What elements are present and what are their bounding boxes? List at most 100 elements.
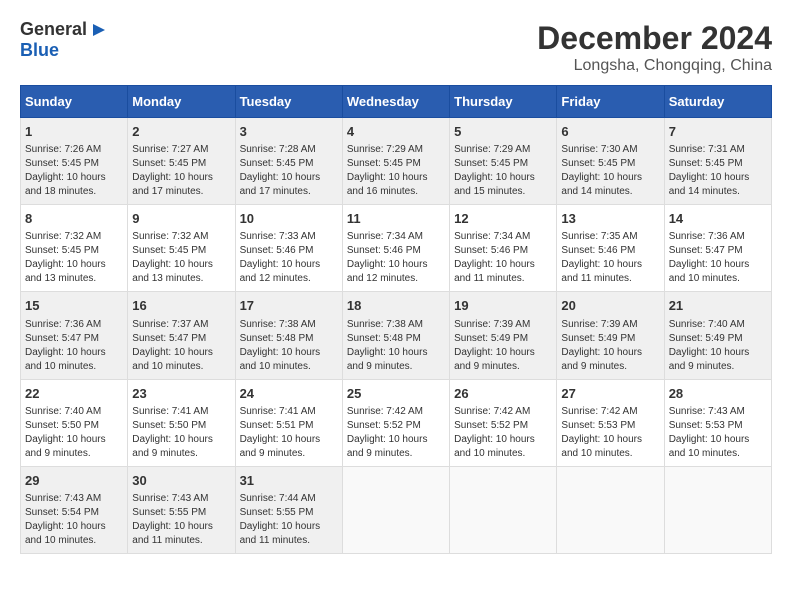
sunrise-text: Sunrise: 7:28 AM <box>240 144 316 155</box>
calendar-cell: 15 Sunrise: 7:36 AM Sunset: 5:47 PM Dayl… <box>21 292 128 379</box>
calendar-header-row: Sunday Monday Tuesday Wednesday Thursday… <box>21 86 772 118</box>
col-tuesday: Tuesday <box>235 86 342 118</box>
daylight-text: Daylight: 10 hours and 17 minutes. <box>132 172 213 197</box>
logo-blue: Blue <box>20 40 59 61</box>
daylight-text: Daylight: 10 hours and 10 minutes. <box>132 347 213 372</box>
day-number: 4 <box>347 123 445 141</box>
day-number: 3 <box>240 123 338 141</box>
col-saturday: Saturday <box>664 86 771 118</box>
daylight-text: Daylight: 10 hours and 10 minutes. <box>25 521 106 546</box>
daylight-text: Daylight: 10 hours and 16 minutes. <box>347 172 428 197</box>
day-number: 25 <box>347 385 445 403</box>
calendar-cell: 23 Sunrise: 7:41 AM Sunset: 5:50 PM Dayl… <box>128 379 235 466</box>
calendar-table: Sunday Monday Tuesday Wednesday Thursday… <box>20 85 772 554</box>
logo-general: General <box>20 20 87 40</box>
day-number: 14 <box>669 210 767 228</box>
daylight-text: Daylight: 10 hours and 12 minutes. <box>347 259 428 284</box>
sunrise-text: Sunrise: 7:37 AM <box>132 319 208 330</box>
daylight-text: Daylight: 10 hours and 10 minutes. <box>240 347 321 372</box>
col-thursday: Thursday <box>450 86 557 118</box>
calendar-cell: 20 Sunrise: 7:39 AM Sunset: 5:49 PM Dayl… <box>557 292 664 379</box>
daylight-text: Daylight: 10 hours and 9 minutes. <box>347 434 428 459</box>
sunset-text: Sunset: 5:45 PM <box>25 158 99 169</box>
daylight-text: Daylight: 10 hours and 13 minutes. <box>25 259 106 284</box>
sunset-text: Sunset: 5:53 PM <box>561 420 635 431</box>
sunset-text: Sunset: 5:49 PM <box>561 333 635 344</box>
sunset-text: Sunset: 5:51 PM <box>240 420 314 431</box>
sunrise-text: Sunrise: 7:43 AM <box>25 493 101 504</box>
col-monday: Monday <box>128 86 235 118</box>
sunrise-text: Sunrise: 7:44 AM <box>240 493 316 504</box>
day-number: 27 <box>561 385 659 403</box>
sunrise-text: Sunrise: 7:29 AM <box>347 144 423 155</box>
sunset-text: Sunset: 5:54 PM <box>25 507 99 518</box>
calendar-cell <box>450 466 557 553</box>
calendar-cell: 12 Sunrise: 7:34 AM Sunset: 5:46 PM Dayl… <box>450 205 557 292</box>
day-number: 30 <box>132 472 230 490</box>
sunset-text: Sunset: 5:50 PM <box>25 420 99 431</box>
sunset-text: Sunset: 5:49 PM <box>669 333 743 344</box>
daylight-text: Daylight: 10 hours and 15 minutes. <box>454 172 535 197</box>
day-number: 16 <box>132 297 230 315</box>
title-area: December 2024 Longsha, Chongqing, China <box>537 20 772 75</box>
sunset-text: Sunset: 5:45 PM <box>347 158 421 169</box>
daylight-text: Daylight: 10 hours and 9 minutes. <box>132 434 213 459</box>
sunrise-text: Sunrise: 7:40 AM <box>25 406 101 417</box>
daylight-text: Daylight: 10 hours and 10 minutes. <box>454 434 535 459</box>
sunset-text: Sunset: 5:46 PM <box>454 245 528 256</box>
day-number: 12 <box>454 210 552 228</box>
daylight-text: Daylight: 10 hours and 10 minutes. <box>669 434 750 459</box>
daylight-text: Daylight: 10 hours and 11 minutes. <box>561 259 642 284</box>
sunset-text: Sunset: 5:45 PM <box>561 158 635 169</box>
daylight-text: Daylight: 10 hours and 18 minutes. <box>25 172 106 197</box>
sunset-text: Sunset: 5:48 PM <box>347 333 421 344</box>
calendar-cell: 27 Sunrise: 7:42 AM Sunset: 5:53 PM Dayl… <box>557 379 664 466</box>
sunrise-text: Sunrise: 7:34 AM <box>347 231 423 242</box>
sunset-text: Sunset: 5:50 PM <box>132 420 206 431</box>
sunset-text: Sunset: 5:55 PM <box>132 507 206 518</box>
day-number: 15 <box>25 297 123 315</box>
calendar-cell: 16 Sunrise: 7:37 AM Sunset: 5:47 PM Dayl… <box>128 292 235 379</box>
col-friday: Friday <box>557 86 664 118</box>
sunset-text: Sunset: 5:53 PM <box>669 420 743 431</box>
daylight-text: Daylight: 10 hours and 17 minutes. <box>240 172 321 197</box>
daylight-text: Daylight: 10 hours and 14 minutes. <box>561 172 642 197</box>
calendar-cell: 1 Sunrise: 7:26 AM Sunset: 5:45 PM Dayli… <box>21 118 128 205</box>
daylight-text: Daylight: 10 hours and 11 minutes. <box>240 521 321 546</box>
sunrise-text: Sunrise: 7:35 AM <box>561 231 637 242</box>
sunset-text: Sunset: 5:45 PM <box>132 158 206 169</box>
calendar-body: 1 Sunrise: 7:26 AM Sunset: 5:45 PM Dayli… <box>21 118 772 554</box>
page-header: General Blue December 2024 Longsha, Chon… <box>20 20 772 75</box>
day-number: 23 <box>132 385 230 403</box>
calendar-cell: 25 Sunrise: 7:42 AM Sunset: 5:52 PM Dayl… <box>342 379 449 466</box>
sunrise-text: Sunrise: 7:26 AM <box>25 144 101 155</box>
daylight-text: Daylight: 10 hours and 10 minutes. <box>25 347 106 372</box>
calendar-cell: 31 Sunrise: 7:44 AM Sunset: 5:55 PM Dayl… <box>235 466 342 553</box>
sunset-text: Sunset: 5:52 PM <box>454 420 528 431</box>
logo-arrow-icon <box>89 20 109 40</box>
day-number: 31 <box>240 472 338 490</box>
daylight-text: Daylight: 10 hours and 10 minutes. <box>669 259 750 284</box>
calendar-cell: 8 Sunrise: 7:32 AM Sunset: 5:45 PM Dayli… <box>21 205 128 292</box>
main-title: December 2024 <box>537 20 772 57</box>
day-number: 13 <box>561 210 659 228</box>
calendar-cell: 4 Sunrise: 7:29 AM Sunset: 5:45 PM Dayli… <box>342 118 449 205</box>
calendar-cell: 18 Sunrise: 7:38 AM Sunset: 5:48 PM Dayl… <box>342 292 449 379</box>
daylight-text: Daylight: 10 hours and 9 minutes. <box>454 347 535 372</box>
calendar-week-row: 29 Sunrise: 7:43 AM Sunset: 5:54 PM Dayl… <box>21 466 772 553</box>
calendar-cell: 21 Sunrise: 7:40 AM Sunset: 5:49 PM Dayl… <box>664 292 771 379</box>
daylight-text: Daylight: 10 hours and 11 minutes. <box>132 521 213 546</box>
calendar-cell: 13 Sunrise: 7:35 AM Sunset: 5:46 PM Dayl… <box>557 205 664 292</box>
sunrise-text: Sunrise: 7:42 AM <box>454 406 530 417</box>
daylight-text: Daylight: 10 hours and 13 minutes. <box>132 259 213 284</box>
sunrise-text: Sunrise: 7:39 AM <box>561 319 637 330</box>
day-number: 2 <box>132 123 230 141</box>
sunrise-text: Sunrise: 7:36 AM <box>669 231 745 242</box>
daylight-text: Daylight: 10 hours and 12 minutes. <box>240 259 321 284</box>
day-number: 9 <box>132 210 230 228</box>
sunset-text: Sunset: 5:45 PM <box>669 158 743 169</box>
col-wednesday: Wednesday <box>342 86 449 118</box>
sunset-text: Sunset: 5:47 PM <box>25 333 99 344</box>
sunset-text: Sunset: 5:45 PM <box>25 245 99 256</box>
sunrise-text: Sunrise: 7:38 AM <box>347 319 423 330</box>
